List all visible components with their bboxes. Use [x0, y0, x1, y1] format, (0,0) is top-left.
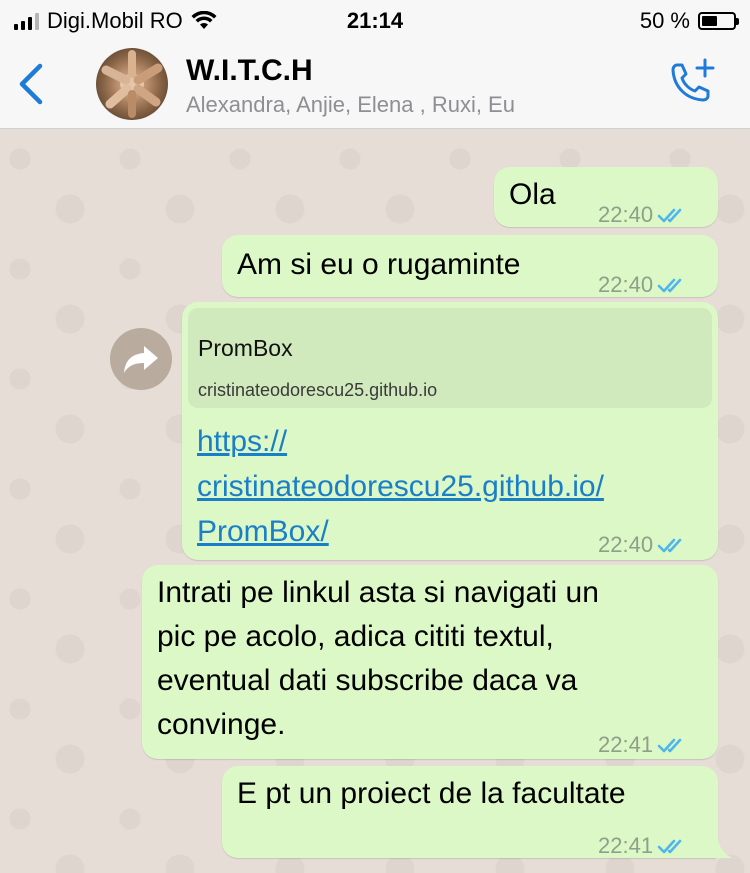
chat-participants[interactable]: Alexandra, Anjie, Elena , Ruxi, Eu	[186, 92, 515, 118]
message-text: Ola	[509, 178, 556, 211]
link-line[interactable]: https://	[197, 419, 604, 464]
message-bubble[interactable]: Intrati pe linkul asta si navigati un pi…	[142, 565, 718, 759]
link-line[interactable]: PromBox/	[197, 509, 604, 554]
message-line: Intrati pe linkul asta si navigati un	[157, 576, 599, 609]
add-call-icon[interactable]	[664, 58, 718, 110]
battery-icon	[698, 12, 739, 30]
chat-header: W.I.T.C.H Alexandra, Anjie, Elena , Ruxi…	[0, 40, 750, 129]
message-line: eventual dati subscribe daca va	[157, 664, 578, 697]
message-meta: 22:40	[598, 523, 687, 567]
read-ticks-icon	[657, 538, 682, 553]
message-link[interactable]: https:// cristinateodorescu25.github.io/…	[197, 419, 604, 554]
message-bubble[interactable]: E pt un proiect de la facultate 22:41	[222, 766, 718, 858]
message-text: Am si eu o rugaminte	[237, 248, 521, 281]
chat-title[interactable]: W.I.T.C.H	[186, 54, 313, 88]
message-text: Intrati pe linkul asta si navigati un pi…	[157, 571, 599, 747]
message-bubble[interactable]: Ola 22:40	[494, 167, 718, 227]
message-time: 22:40	[598, 532, 654, 557]
message-line: convinge.	[157, 708, 286, 741]
message-text: E pt un proiect de la facultate	[237, 777, 626, 810]
forward-arrow-icon	[124, 346, 158, 373]
link-preview-domain: cristinateodorescu25.github.io	[198, 380, 438, 400]
read-ticks-icon	[657, 839, 682, 854]
link-preview-title: PromBox	[198, 335, 293, 361]
message-meta: 22:40	[598, 263, 687, 307]
read-ticks-icon	[657, 738, 682, 753]
bubble-tail	[712, 840, 732, 858]
message-line: pic pe acolo, adica cititi textul,	[157, 620, 554, 653]
link-message-bubble[interactable]: PromBox cristinateodorescu25.github.io h…	[182, 302, 718, 560]
link-line[interactable]: cristinateodorescu25.github.io/	[197, 464, 604, 509]
message-time: 22:40	[598, 272, 654, 297]
group-avatar[interactable]	[96, 48, 168, 120]
message-time: 22:40	[598, 202, 654, 227]
clock: 21:14	[346, 8, 404, 33]
message-bubble[interactable]: Am si eu o rugaminte 22:40	[222, 235, 718, 297]
chevron-left-icon[interactable]	[14, 60, 48, 108]
battery-group: 50 %	[639, 8, 739, 34]
read-ticks-icon	[657, 208, 682, 223]
message-meta: 22:41	[598, 723, 687, 767]
battery-percent: 50 %	[639, 8, 690, 33]
message-meta: 22:40	[598, 193, 687, 237]
link-preview-card[interactable]: PromBox cristinateodorescu25.github.io	[188, 308, 712, 408]
read-ticks-icon	[657, 278, 682, 293]
message-meta: 22:41	[598, 824, 687, 868]
message-time: 22:41	[598, 833, 654, 858]
message-time: 22:41	[598, 732, 654, 757]
message-list[interactable]: Ola 22:40 Am si eu o rugaminte 22:40 Pro…	[0, 129, 750, 873]
forward-button[interactable]	[110, 328, 172, 390]
status-bar: Digi.Mobil RO 21:14 50 %	[0, 0, 750, 40]
